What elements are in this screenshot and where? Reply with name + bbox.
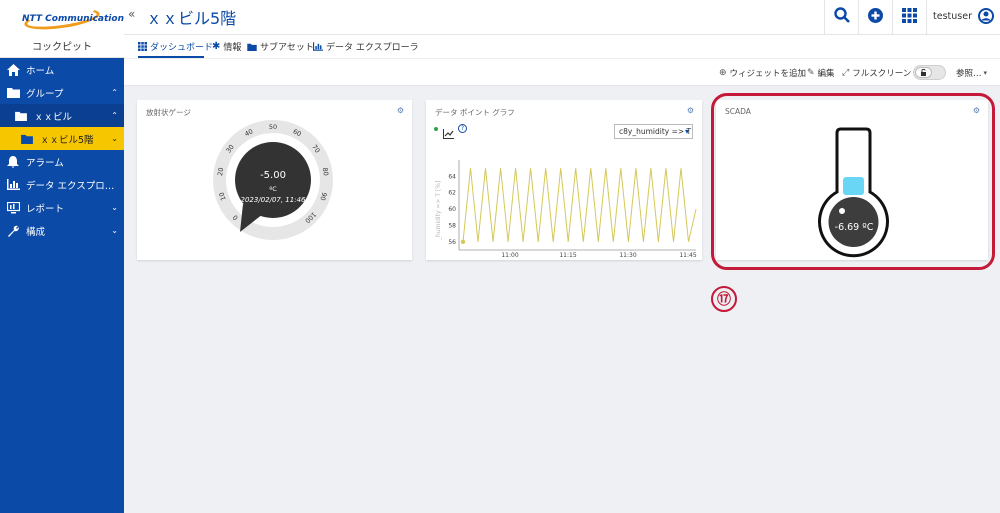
- sidebar: NTT Communications コックピット ホーム グループ ⌃ ｘｘビ…: [0, 0, 129, 513]
- folder-icon: [6, 87, 20, 99]
- sidebar-item-label: ｘｘビル: [34, 111, 73, 123]
- folder-icon: [247, 43, 257, 51]
- sidebar-item-label: グループ: [26, 88, 64, 100]
- y-tick-label: 64: [448, 173, 456, 180]
- wrench-icon: [6, 225, 20, 237]
- tab-label: 情報: [223, 43, 242, 53]
- sidebar-item-label: データ エクスプロ…: [26, 180, 115, 192]
- sidebar-item-report[interactable]: レポート ⌄: [0, 196, 124, 219]
- y-tick-label: 56: [448, 239, 456, 246]
- tab-label: データ エクスプローラ: [326, 43, 419, 53]
- y-tick-label: 58: [448, 222, 456, 229]
- chart-icon: [6, 179, 20, 191]
- line-chart: _humidity => T [%] 56 58 60 62 64 11:00 11:15 1…: [435, 160, 697, 259]
- y-axis-label: _humidity => T [%]: [435, 181, 442, 241]
- chevron-down-icon: ⌄: [111, 134, 118, 143]
- x-tick-label: 11:00: [501, 252, 518, 259]
- callout-marker: ⑰: [711, 286, 737, 312]
- chevron-down-icon: ▾: [983, 69, 988, 77]
- y-tick-label: 60: [448, 206, 456, 213]
- lock-toggle[interactable]: [913, 65, 946, 80]
- fullscreen-label: フルスクリーン: [852, 69, 912, 79]
- logo: NTT Communications: [22, 14, 130, 24]
- chevron-down-icon: ⌄: [111, 203, 118, 212]
- gauge-unit: ºC: [269, 185, 277, 193]
- sidebar-item-label: アラーム: [26, 157, 64, 169]
- logo-area: NTT Communications コックピット: [0, 0, 129, 58]
- tab-data-explorer[interactable]: データ エクスプローラ: [313, 40, 419, 53]
- page-title: ｘｘビル5階: [146, 9, 237, 28]
- user-icon: [978, 8, 994, 28]
- sidebar-item-data-explorer[interactable]: データ エクスプロ…: [0, 173, 124, 196]
- gauge-tick-label: 20: [216, 167, 225, 176]
- user-menu[interactable]: testuser: [926, 0, 1000, 34]
- add-button[interactable]: [858, 0, 892, 34]
- search-icon: [833, 7, 850, 27]
- chevron-up-icon: ⌃: [111, 88, 118, 97]
- sidebar-item-label: レポート: [26, 203, 65, 215]
- search-button[interactable]: [824, 0, 858, 34]
- username: testuser: [933, 11, 972, 22]
- sidebar-item-config[interactable]: 構成 ⌄: [0, 219, 124, 242]
- sidebar-item-label: ｘｘビル5階: [40, 134, 94, 146]
- plus-circle-icon: ⊕: [719, 68, 727, 78]
- app-switcher-button[interactable]: [892, 0, 926, 34]
- grid-icon: [902, 7, 917, 27]
- topbar: « ｘｘビル5階 testuser: [124, 0, 1000, 35]
- bell-icon: [6, 155, 20, 168]
- highlight-frame: [711, 93, 995, 270]
- tab-label: サブアセット: [260, 43, 314, 53]
- cockpit-label: コックピット: [32, 42, 92, 53]
- grid-icon: [138, 42, 147, 51]
- gauge-tick-label: 50: [269, 123, 277, 131]
- fullscreen-button[interactable]: ⤢ フルスクリーン: [842, 67, 911, 79]
- add-widget-label: ウィジェットを追加: [729, 69, 807, 79]
- asterisk-icon: ✱: [212, 41, 221, 52]
- sidebar-item-label: ホーム: [26, 65, 55, 77]
- series-line: [462, 168, 697, 242]
- sidebar-item-floor5[interactable]: ｘｘビル5階 ⌄: [0, 127, 124, 150]
- pencil-icon: ✎: [807, 68, 815, 78]
- gauge-tick-label: 80: [321, 167, 330, 176]
- y-tick-label: 62: [448, 190, 456, 197]
- tab-dashboard[interactable]: ダッシュボード: [138, 40, 213, 53]
- tab-bar: ダッシュボード ✱ 情報 サブアセット データ エクスプローラ: [124, 35, 1000, 58]
- tab-subassets[interactable]: サブアセット: [247, 40, 314, 53]
- chevron-up-icon: ⌃: [111, 111, 118, 120]
- more-menu-button[interactable]: 参照… ▾: [956, 67, 990, 79]
- toggle-knob: [915, 67, 932, 78]
- series-start-point: [460, 239, 466, 245]
- gauge-value: -5.00: [260, 170, 286, 181]
- sidebar-item-group[interactable]: グループ ⌃: [0, 81, 124, 104]
- x-tick-label: 11:45: [679, 252, 696, 259]
- lock-icon: [921, 68, 926, 76]
- expand-icon: ⤢: [842, 68, 850, 78]
- chevron-down-icon: ⌄: [111, 226, 118, 235]
- radial-gauge-widget[interactable]: 放射状ゲージ ⚙ 0 10 20 30 40 50 60 70 80 90 100 -5.00 ºC…: [137, 100, 412, 260]
- data-point-graph-widget[interactable]: データ ポイント グラフ ⚙ ? c8y_humidity => T ▾ _hu…: [426, 100, 702, 260]
- more-label: 参照…: [956, 69, 982, 79]
- home-icon: [6, 63, 20, 76]
- folder-icon: [20, 133, 34, 145]
- dashboard-action-bar: ⊕ ウィジェットを追加 ✎ 編集 ⤢ フルスクリーン 参照… ▾: [124, 58, 1000, 86]
- edit-button[interactable]: ✎ 編集: [807, 67, 835, 79]
- edit-label: 編集: [817, 69, 835, 79]
- plus-circle-icon: [868, 7, 883, 27]
- add-widget-button[interactable]: ⊕ ウィジェットを追加: [719, 67, 806, 79]
- chart-icon: [313, 42, 323, 51]
- x-tick-label: 11:30: [619, 252, 636, 259]
- sidebar-item-home[interactable]: ホーム: [0, 58, 124, 81]
- tab-info[interactable]: ✱ 情報: [212, 40, 241, 53]
- x-tick-label: 11:15: [559, 252, 576, 259]
- report-icon: [6, 201, 20, 214]
- collapse-sidebar-button[interactable]: «: [128, 7, 135, 21]
- gauge-timestamp: 2023/02/07, 11:46: [240, 196, 306, 204]
- sidebar-item-building[interactable]: ｘｘビル ⌃: [0, 104, 124, 127]
- sidebar-item-alarm[interactable]: アラーム: [0, 150, 124, 173]
- folder-icon: [14, 110, 28, 122]
- sidebar-item-label: 構成: [26, 226, 46, 238]
- tab-label: ダッシュボード: [150, 43, 214, 53]
